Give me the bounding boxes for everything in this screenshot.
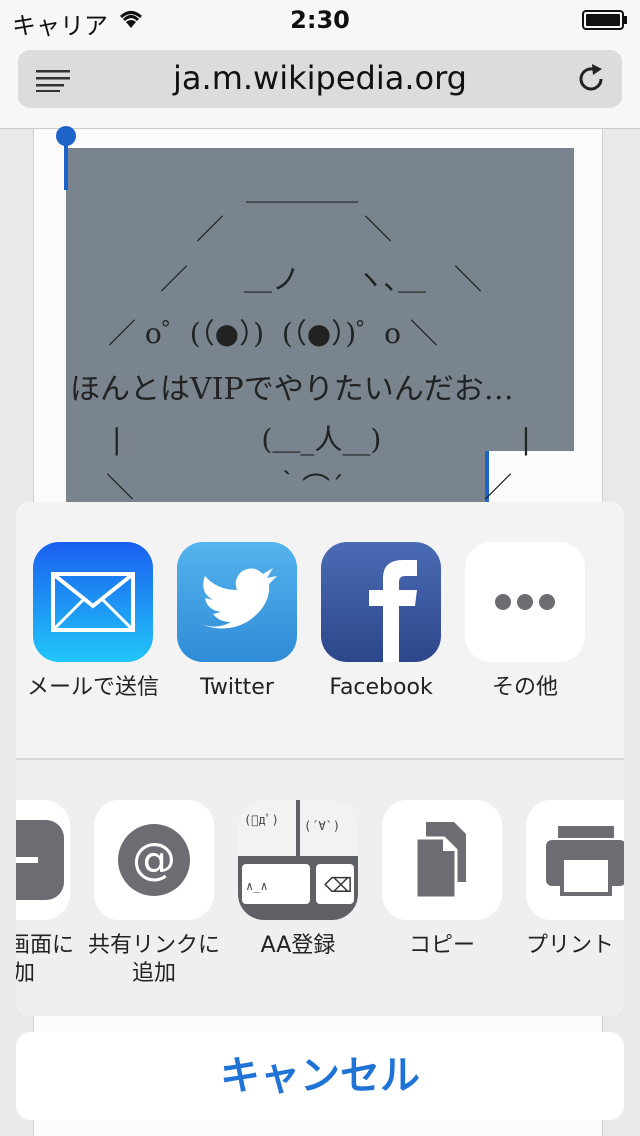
action-label: 加: [16, 961, 35, 986]
url-text[interactable]: ja.m.wikipedia.org: [18, 59, 622, 97]
add-to-home-icon[interactable]: [16, 800, 70, 920]
svg-text:∧_∧: ∧_∧: [246, 879, 268, 893]
share-app-label: Twitter: [200, 675, 274, 700]
action-label: AA登録: [260, 933, 336, 958]
clock: 2:30: [290, 6, 350, 34]
ascii-art-line: | (＿_人__) |: [112, 423, 531, 456]
svg-text:(´∀`): (´∀`): [304, 819, 340, 833]
ascii-art-line: ＼ ｀⌒´ ／: [106, 471, 513, 504]
share-app-label: Facebook: [329, 675, 433, 700]
cancel-button[interactable]: キャンセル: [16, 1032, 624, 1120]
ascii-art-line: ／ ＼: [196, 213, 393, 246]
svg-text:@: @: [132, 834, 176, 885]
action-label: プリント: [526, 933, 615, 958]
share-app-label: その他: [491, 675, 558, 700]
share-sheet: メールで送信 Twitter Facebook その他 画面に 加 @ 共有リン…: [16, 502, 624, 1016]
svg-text:(ﾟдﾟ): (ﾟдﾟ): [244, 813, 279, 827]
copy-icon[interactable]: [382, 800, 502, 920]
share-app-label: メールで送信: [26, 675, 159, 700]
battery-icon: [582, 10, 627, 30]
action-label: コピー: [408, 933, 475, 958]
share-actions-row: 画面に 加 @ 共有リンクに 追加 (ﾟдﾟ) (´∀`) ∧_∧ ⌫ AA登録…: [16, 760, 624, 1016]
svg-text:⌫: ⌫: [324, 873, 352, 897]
action-label: 追加: [131, 961, 176, 986]
print-icon[interactable]: [526, 800, 624, 920]
ascii-art-line: ほんとはVIPでやりたいんだお…: [70, 372, 514, 407]
ascii-art-line: ／ o゜(（●）) (（●）)゜o ＼: [108, 317, 438, 350]
action-label: 共有リンクに: [87, 933, 220, 958]
twitter-icon[interactable]: [177, 542, 297, 662]
share-apps-row: メールで送信 Twitter Facebook その他: [16, 502, 624, 760]
status-bar: キャリア 2:30: [0, 0, 640, 40]
reload-icon[interactable]: [576, 64, 606, 94]
more-icon[interactable]: [465, 542, 585, 662]
url-field[interactable]: ja.m.wikipedia.org: [18, 50, 622, 108]
ascii-art-line: ／ ＿ノ ヽ､＿ ＼: [160, 263, 483, 296]
cancel-label: キャンセル: [220, 1053, 420, 1099]
browser-navbar: ja.m.wikipedia.org: [0, 40, 640, 129]
action-label: 画面に: [16, 933, 74, 958]
at-icon[interactable]: @: [94, 800, 214, 920]
selection-start-bar: [64, 140, 68, 190]
aa-keyboard-icon[interactable]: (ﾟдﾟ) (´∀`) ∧_∧ ⌫: [238, 800, 358, 920]
mail-icon[interactable]: [33, 542, 153, 662]
ascii-art-line: ＿＿＿＿: [246, 173, 359, 206]
facebook-icon[interactable]: [321, 542, 441, 662]
